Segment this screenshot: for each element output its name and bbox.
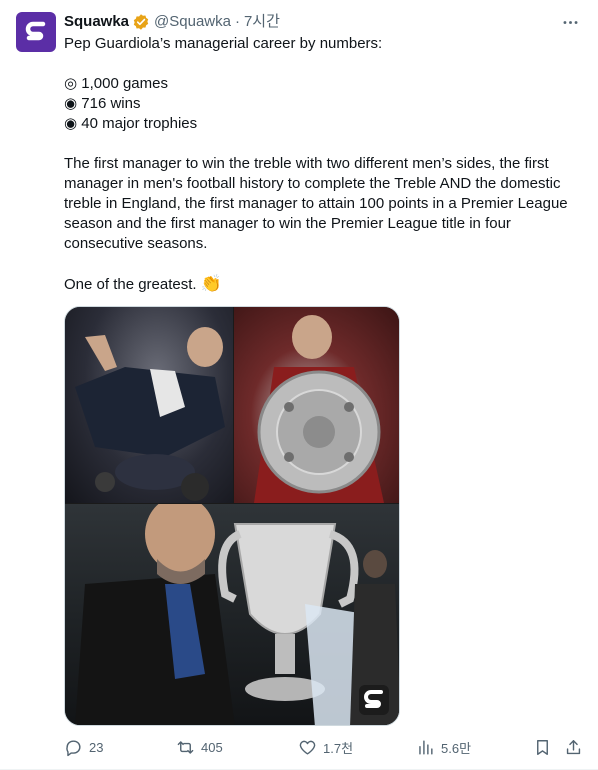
verified-badge-icon[interactable]	[132, 13, 150, 31]
tweet-text: Pep Guardiola’s managerial career by num…	[64, 34, 584, 295]
author-handle[interactable]: @Squawka	[154, 12, 231, 32]
tweet-line-wins: ◉ 716 wins	[64, 95, 141, 112]
more-horizontal-icon[interactable]	[558, 12, 582, 32]
champions-league-photo-illustration	[75, 504, 399, 725]
meisterschale-photo-illustration	[254, 315, 384, 503]
photo-panel-meisterschale	[234, 307, 399, 503]
clapping-hands-emoji: 👏	[200, 274, 222, 293]
tweet-line-intro: Pep Guardiola’s managerial career by num…	[64, 35, 383, 52]
retweet-icon	[177, 740, 194, 754]
tweet-line-games: ◎ 1,000 games	[64, 75, 168, 92]
squawka-watermark-icon	[359, 685, 389, 715]
avatar[interactable]	[16, 12, 56, 52]
tweet-card[interactable]: Squawka @Squawka · 7시간 Pep Guardiola’s m…	[0, 0, 598, 770]
closing-text: One of the greatest.	[64, 276, 197, 293]
like-count: 1.7천	[323, 740, 354, 756]
photo-panel-champions-league-trophy	[65, 504, 399, 725]
reply-count: 23	[89, 739, 104, 755]
share-icon	[566, 739, 581, 754]
heart-icon	[299, 740, 316, 755]
bookmark-button[interactable]	[533, 736, 552, 758]
reply-button[interactable]: 23	[64, 736, 103, 758]
tweet-timestamp[interactable]: 7시간	[244, 12, 280, 32]
tweet-line-closing: One of the greatest. 👏	[64, 274, 584, 295]
retweet-button[interactable]: 405	[176, 736, 223, 758]
tweet-line-firsts: The first manager to win the treble with…	[64, 155, 572, 252]
views-count: 5.6만	[441, 740, 472, 756]
views-button[interactable]: 5.6만	[416, 736, 471, 758]
retweet-count: 405	[201, 739, 223, 755]
tweet-media-image[interactable]	[64, 306, 400, 726]
reply-icon	[66, 739, 81, 756]
separator-dot: ·	[234, 13, 240, 30]
photo-panel-celebration	[65, 307, 233, 503]
squawka-logo-icon	[25, 21, 46, 41]
author-name[interactable]: Squawka	[64, 12, 129, 32]
views-chart-icon	[419, 739, 433, 755]
tweet-header: Squawka @Squawka · 7시간	[64, 12, 582, 32]
like-button[interactable]: 1.7천	[298, 736, 353, 758]
tweet-actions-bar: 23 405 1.7천 5.6만	[64, 736, 584, 758]
tweet-line-trophies: ◉ 40 major trophies	[64, 115, 198, 132]
bookmark-icon	[537, 739, 548, 755]
celebration-photo-illustration	[75, 327, 225, 501]
share-button[interactable]	[564, 736, 583, 758]
